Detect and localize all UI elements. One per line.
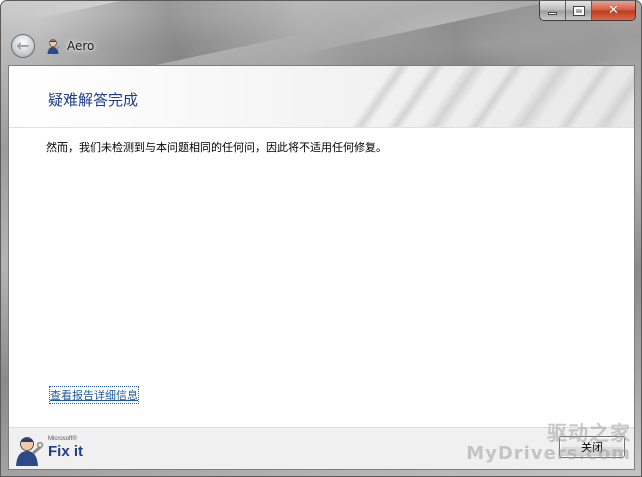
- fixit-mechanic-icon: [47, 39, 60, 54]
- wizard-client-area: 疑难解答完成 然而，我们未检测到与本问题相同的任何问，因此将不适用任何修复。 查…: [8, 65, 635, 470]
- footer-bar: Microsoft® Fix it 关闭: [9, 427, 634, 469]
- fixit-logo: Microsoft® Fix it: [12, 434, 92, 466]
- maximize-icon: [572, 5, 585, 16]
- maximize-button[interactable]: [566, 1, 592, 20]
- minimize-icon: [548, 12, 557, 15]
- window-title: Aero: [67, 39, 95, 53]
- app-window: ✕ ← Aero 疑难解答完成 然而，我们未检测到与本问题相同的任何问，因此将不…: [0, 0, 642, 477]
- brand-fixit-text: Fix it: [48, 443, 84, 460]
- caption-buttons: ✕: [539, 1, 636, 21]
- brand-small-text: Microsoft®: [48, 436, 77, 442]
- close-icon: ✕: [608, 3, 619, 18]
- view-report-link[interactable]: 查看报告详细信息: [49, 386, 139, 404]
- result-message: 然而，我们未检测到与本问题相同的任何问，因此将不适用任何修复。: [46, 141, 387, 154]
- back-button[interactable]: ←: [11, 34, 35, 58]
- fixit-mechanic-icon: [16, 437, 44, 466]
- header-band: 疑难解答完成: [9, 66, 634, 128]
- close-button[interactable]: 关闭: [559, 436, 625, 458]
- close-window-button[interactable]: ✕: [592, 1, 635, 20]
- page-title: 疑难解答完成: [48, 91, 139, 109]
- back-arrow-icon: ←: [16, 35, 30, 55]
- minimize-button[interactable]: [540, 1, 566, 20]
